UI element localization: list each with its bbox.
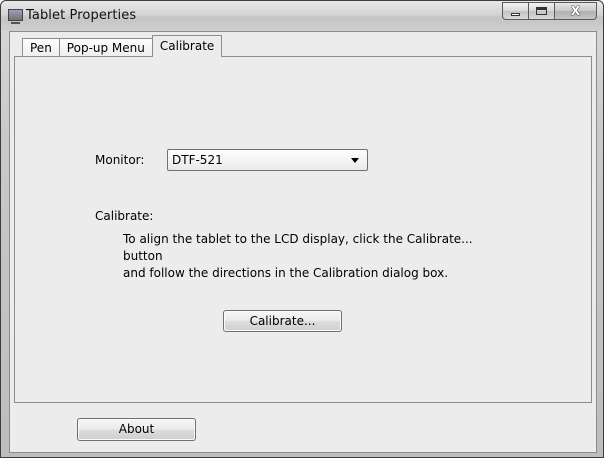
tab-calibrate[interactable]: Calibrate	[151, 35, 223, 57]
calibration-instructions: To align the tablet to the LCD display, …	[123, 231, 513, 282]
instructions-line-1: To align the tablet to the LCD display, …	[123, 232, 473, 263]
maximize-button[interactable]	[528, 2, 554, 20]
minimize-button[interactable]	[502, 2, 528, 20]
calibrate-tab-page: Monitor: DTF-521 Calibrate: To align the…	[14, 56, 592, 403]
about-button[interactable]: About	[77, 418, 196, 441]
client-area: Pen Pop-up Menu Calibrate Monitor: DTF-5…	[9, 31, 597, 453]
monitor-select[interactable]: DTF-521	[167, 149, 368, 171]
tab-pen[interactable]: Pen	[22, 38, 59, 57]
minimize-icon	[511, 13, 520, 16]
close-button[interactable]: X	[554, 2, 597, 20]
caption-buttons: X	[502, 2, 597, 20]
calibrate-label: Calibrate:	[95, 209, 154, 223]
close-icon: X	[570, 4, 581, 18]
calibrate-button[interactable]: Calibrate...	[223, 310, 342, 332]
tab-strip: Pen Pop-up Menu Calibrate	[22, 35, 223, 57]
title-bar[interactable]: Tablet Properties X	[1, 1, 603, 31]
tablet-window-icon	[8, 9, 23, 24]
chevron-down-icon	[351, 158, 359, 163]
tab-pop-up-menu[interactable]: Pop-up Menu	[58, 38, 152, 57]
window-title: Tablet Properties	[26, 8, 137, 23]
monitor-label: Monitor:	[95, 153, 145, 167]
instructions-line-2: and follow the directions in the Calibra…	[123, 266, 449, 280]
monitor-select-value: DTF-521	[172, 153, 223, 167]
tablet-properties-window: Tablet Properties X Pen Pop-up Menu Cali…	[0, 0, 604, 458]
maximize-icon	[536, 7, 547, 15]
